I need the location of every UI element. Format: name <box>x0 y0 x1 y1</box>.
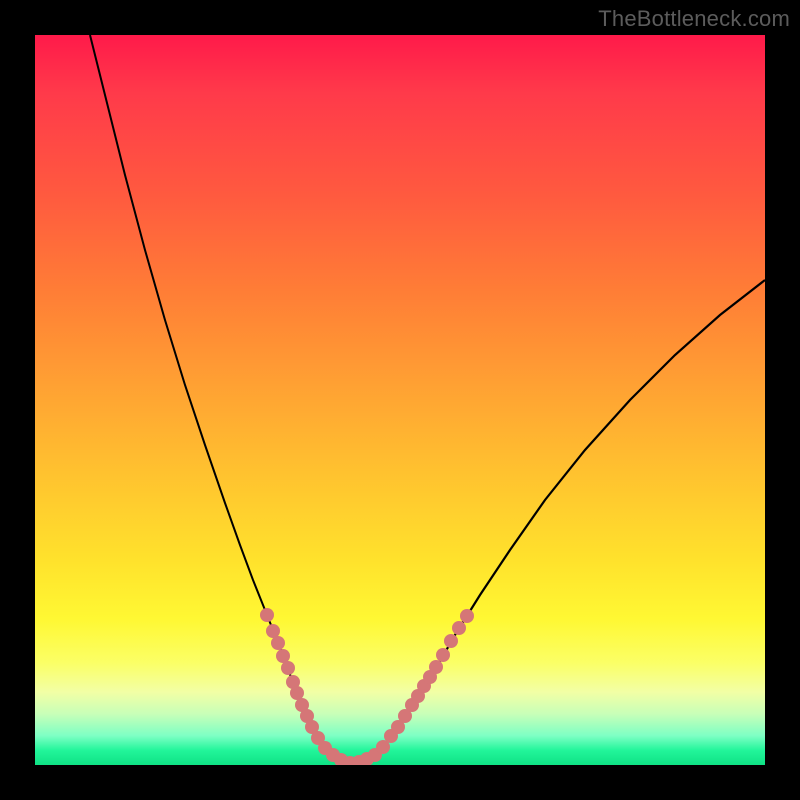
highlight-dot <box>290 686 304 700</box>
highlight-dot <box>452 621 466 635</box>
highlight-dot <box>271 636 285 650</box>
highlight-dot <box>429 660 443 674</box>
highlight-dot <box>266 624 280 638</box>
curve-svg <box>35 35 765 765</box>
marker-group <box>260 608 474 765</box>
highlight-dot <box>281 661 295 675</box>
curve-left-branch <box>90 35 333 755</box>
highlight-dot <box>276 649 290 663</box>
chart-stage: TheBottleneck.com <box>0 0 800 800</box>
watermark-text: TheBottleneck.com <box>598 6 790 32</box>
highlight-dot <box>260 608 274 622</box>
curve-right-branch <box>373 280 765 757</box>
plot-area <box>35 35 765 765</box>
highlight-dot <box>460 609 474 623</box>
highlight-dot <box>444 634 458 648</box>
highlight-dot <box>436 648 450 662</box>
